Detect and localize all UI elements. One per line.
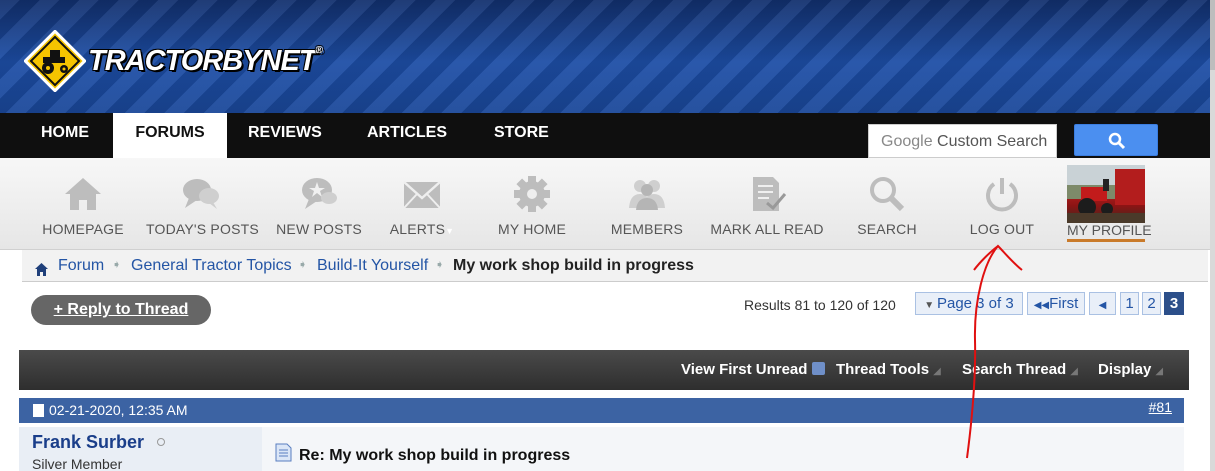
- alerts-label: ALERTS▼: [389, 221, 455, 237]
- envelope-icon: [403, 181, 441, 209]
- document-icon: [33, 404, 44, 417]
- gear-icon: [514, 176, 550, 212]
- search-label: SEARCH: [857, 221, 917, 237]
- display-menu[interactable]: Display ◢: [1098, 350, 1163, 392]
- todays-posts-link[interactable]: TODAY'S POSTS: [146, 158, 259, 250]
- dropdown-caret-icon: ◢: [933, 366, 941, 377]
- homepage-label: HOMEPAGE: [42, 221, 124, 237]
- mark-all-read-link[interactable]: MARK ALL READ: [708, 158, 826, 250]
- members-link[interactable]: MEMBERS: [607, 158, 687, 250]
- page-3-current: 3: [1164, 292, 1184, 315]
- profile-avatar[interactable]: [1067, 165, 1145, 223]
- tractor-photo: [1067, 165, 1145, 223]
- alerts-link[interactable]: ALERTS▼: [382, 158, 462, 250]
- my-home-link[interactable]: MY HOME: [492, 158, 572, 250]
- tractor-logo-icon: [23, 29, 87, 93]
- house-icon: [65, 178, 101, 210]
- search-icon: [1108, 132, 1126, 150]
- post-icon: [275, 443, 292, 462]
- chevron-down-icon: [811, 362, 825, 375]
- breadcrumb-separator-icon: ➧: [112, 259, 122, 271]
- new-posts-label: NEW POSTS: [276, 221, 362, 237]
- scrollbar[interactable]: [1210, 0, 1215, 471]
- breadcrumb-forum[interactable]: Forum: [58, 250, 104, 281]
- page-2-link[interactable]: 2: [1142, 292, 1161, 315]
- tab-home[interactable]: HOME: [41, 113, 89, 158]
- magnifier-icon: [870, 177, 905, 212]
- document-check-icon: [753, 177, 787, 211]
- members-label: MEMBERS: [610, 221, 684, 237]
- tab-forums[interactable]: FORUMS: [113, 113, 227, 158]
- todays-posts-label: TODAY'S POSTS: [146, 221, 259, 237]
- post-title: Re: My work shop build in progress: [299, 447, 571, 464]
- offline-status-icon: [157, 438, 165, 446]
- tab-articles[interactable]: ARTICLES: [367, 113, 447, 158]
- breadcrumb-current: My work shop build in progress: [453, 257, 694, 274]
- tab-reviews[interactable]: REVIEWS: [248, 113, 322, 158]
- tab-store[interactable]: STORE: [494, 113, 549, 158]
- scrollbar-thumb[interactable]: [1210, 0, 1215, 70]
- left-arrow-icon: ◀: [1098, 300, 1107, 311]
- chevron-down-icon: ▼: [445, 226, 455, 236]
- reply-to-thread-button[interactable]: + Reply to Thread: [31, 295, 211, 325]
- post-header: 02-21-2020, 12:35 AM #81: [19, 398, 1184, 423]
- username-link[interactable]: Frank Surber: [32, 432, 144, 453]
- user-title: Silver Member: [32, 456, 123, 471]
- chevron-down-icon: ▼: [924, 300, 937, 311]
- page-selector[interactable]: ▼ Page 3 of 3: [915, 292, 1023, 315]
- results-count: Results 81 to 120 of 120: [744, 297, 896, 313]
- homepage-link[interactable]: HOMEPAGE: [40, 158, 126, 250]
- thread-tools-menu[interactable]: Thread Tools ◢: [836, 350, 941, 392]
- my-profile-link[interactable]: MY PROFILE: [1067, 222, 1152, 242]
- my-home-label: MY HOME: [497, 221, 567, 237]
- site-logo[interactable]: TRACTORBYNET®: [23, 29, 323, 93]
- chat-star-icon: [302, 178, 337, 209]
- page-1-link[interactable]: 1: [1120, 292, 1139, 315]
- logo-text: TRACTORBYNET®: [88, 44, 323, 77]
- home-icon[interactable]: [34, 257, 49, 288]
- search-input[interactable]: Google Custom Search: [868, 124, 1057, 158]
- log-out-link[interactable]: LOG OUT: [962, 158, 1042, 250]
- post-number-link[interactable]: #81: [1149, 395, 1172, 420]
- breadcrumb-separator-icon: ➧: [435, 259, 445, 271]
- breadcrumb-build-it-yourself[interactable]: Build-It Yourself: [317, 250, 428, 281]
- dropdown-caret-icon: ◢: [1070, 366, 1078, 377]
- post-date: 02-21-2020, 12:35 AM: [49, 402, 188, 418]
- view-first-unread-link[interactable]: View First Unread: [681, 350, 825, 390]
- dropdown-caret-icon: ◢: [1155, 366, 1164, 377]
- new-posts-link[interactable]: NEW POSTS: [274, 158, 364, 250]
- previous-page-button[interactable]: ◀: [1089, 292, 1116, 315]
- search-button[interactable]: [1074, 124, 1158, 156]
- search-thread-menu[interactable]: Search Thread ◢: [962, 350, 1078, 392]
- mark-all-read-label: MARK ALL READ: [710, 221, 824, 237]
- search-link[interactable]: SEARCH: [848, 158, 926, 250]
- breadcrumb-general-tractor-topics[interactable]: General Tractor Topics: [131, 250, 292, 281]
- breadcrumb-separator-icon: ➧: [298, 259, 308, 271]
- breadcrumb: Forum ➧ General Tractor Topics ➧ Build-I…: [22, 250, 1208, 282]
- people-icon: [629, 180, 665, 210]
- double-left-arrow-icon: ◀◀: [1033, 300, 1050, 311]
- log-out-label: LOG OUT: [969, 221, 1035, 237]
- first-page-button[interactable]: ◀◀First: [1027, 292, 1085, 315]
- chat-bubbles-icon: [183, 179, 219, 209]
- power-icon: [986, 178, 1018, 212]
